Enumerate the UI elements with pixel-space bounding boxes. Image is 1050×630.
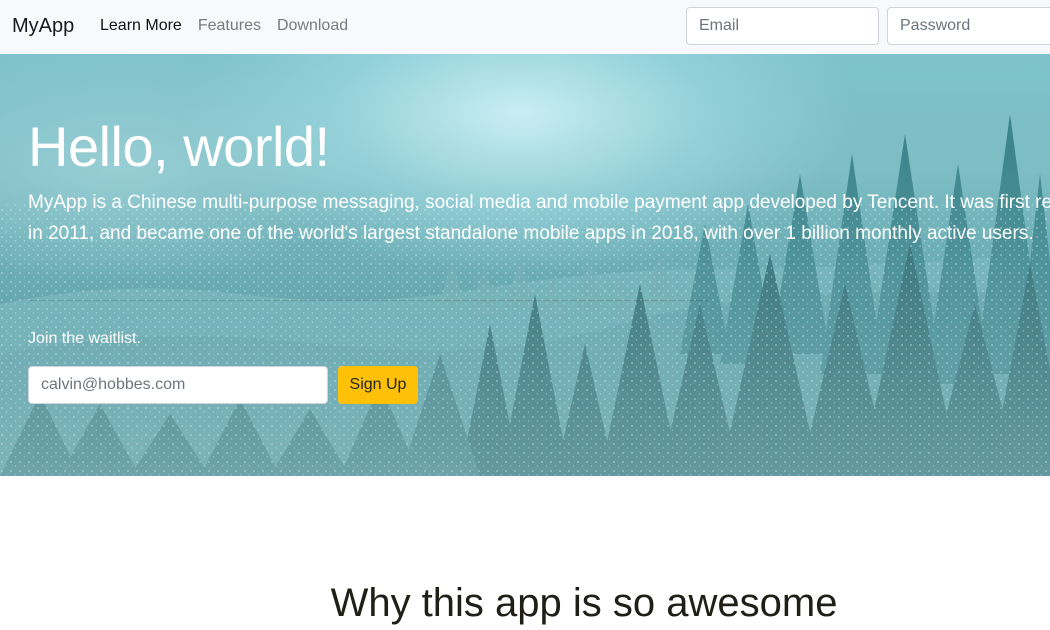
nav-link-learn-more[interactable]: Learn More <box>100 16 182 36</box>
hero-title: Hello, world! <box>28 115 330 178</box>
nav-link-features[interactable]: Features <box>198 16 261 36</box>
login-form <box>686 7 1050 45</box>
nav-links: Learn More Features Download <box>100 16 348 36</box>
navbar: MyApp Learn More Features Download <box>0 0 1050 54</box>
features-section-title: Why this app is so awesome <box>330 581 838 625</box>
brand-logo[interactable]: MyApp <box>12 13 74 39</box>
hero-jumbotron: Hello, world! MyApp is a Chinese multi-p… <box>0 54 1050 476</box>
waitlist-email-input[interactable] <box>28 366 328 404</box>
waitlist-label: Join the waitlist. <box>28 330 141 347</box>
hero-divider <box>28 300 708 301</box>
nav-link-download[interactable]: Download <box>277 16 348 36</box>
hero-description: MyApp is a Chinese multi-purpose messagi… <box>28 192 1050 244</box>
email-field[interactable] <box>686 7 879 45</box>
sign-up-button[interactable]: Sign Up <box>338 366 418 404</box>
password-field[interactable] <box>887 7 1050 45</box>
